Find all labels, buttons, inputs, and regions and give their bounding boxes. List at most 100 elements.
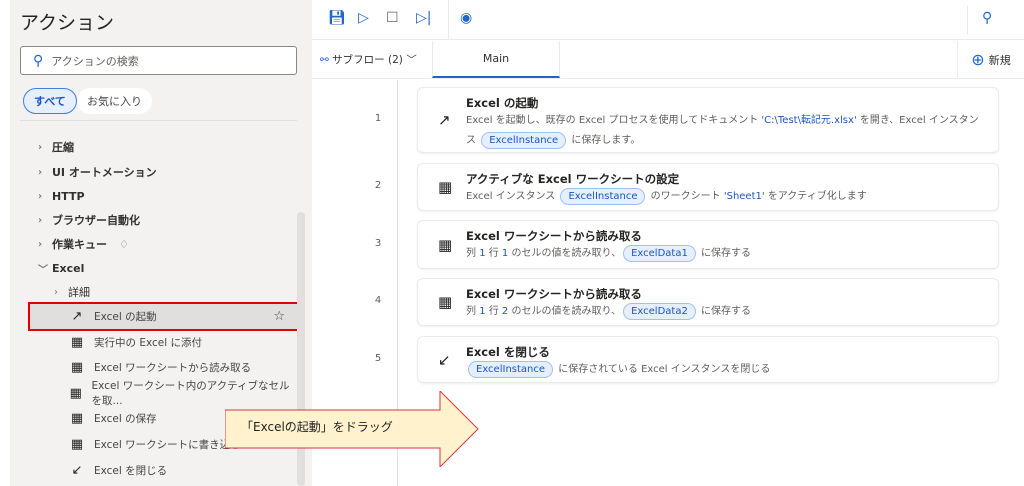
subflow-dropdown[interactable]: ⚯ サブフロー (2) ﹀ bbox=[320, 52, 417, 67]
tree-group[interactable]: › 圧縮 bbox=[38, 135, 74, 159]
chevron-right-icon: › bbox=[38, 238, 43, 250]
launch-arrow-icon: ↗ bbox=[71, 309, 83, 324]
group-label: 圧縮 bbox=[52, 141, 74, 154]
divider bbox=[20, 120, 297, 121]
step-title: Excel ワークシートから読み取る bbox=[466, 287, 642, 301]
flow-step[interactable]: ▦ Excel ワークシートから読み取る列 1 行 1 のセルの値を読み取り、 Ex… bbox=[418, 221, 998, 268]
step-title: アクティブな Excel ワークシートの設定 bbox=[466, 172, 680, 186]
group-label: ブラウザー自動化 bbox=[52, 214, 140, 227]
toolbar: 💾︎ ▷ ☐ ▷| ◉ ⚲ bbox=[312, 0, 1024, 40]
close-arrow-icon: ↙ bbox=[71, 462, 83, 478]
desc-text: をアクティブ化します bbox=[764, 191, 867, 202]
search-placeholder: アクションの検索 bbox=[51, 54, 139, 68]
variable-pill[interactable]: ExcelData2 bbox=[623, 303, 696, 320]
desc-text: のセルの値を読み取り、 bbox=[508, 248, 622, 259]
step-icon[interactable]: ▷| bbox=[416, 10, 431, 26]
line-number: 2 bbox=[374, 180, 382, 191]
desc-text: 行 bbox=[485, 248, 502, 259]
action-label: Excel を閉じる bbox=[94, 464, 168, 477]
desc-text: 列 bbox=[466, 248, 480, 259]
action-label: Excel ワークシートから読み取る bbox=[94, 362, 252, 375]
variable-pill[interactable]: ExcelInstance bbox=[560, 188, 646, 205]
variable-pill[interactable]: ExcelInstance bbox=[468, 361, 554, 378]
excel-sheet-icon: ▦ bbox=[438, 235, 453, 254]
parameter-value: 'C:\Test\転記元.xlsx' bbox=[761, 115, 857, 126]
launch-arrow-icon: ↗ bbox=[438, 111, 451, 129]
tree-group[interactable]: › HTTP bbox=[38, 184, 85, 208]
desc-text: に保存します。 bbox=[568, 135, 641, 146]
tree-group[interactable]: ﹀ Excel bbox=[38, 256, 84, 280]
stop-icon[interactable]: ☐ bbox=[386, 10, 399, 26]
tree-group[interactable]: › UI オートメーション bbox=[38, 160, 157, 184]
action-item[interactable]: ▦ 実行中の Excel に添付 bbox=[30, 330, 295, 355]
search-icon[interactable]: ⚲ bbox=[982, 10, 992, 26]
variable-pill[interactable]: ExcelInstance bbox=[481, 132, 567, 149]
tab-main[interactable]: Main bbox=[432, 41, 560, 78]
group-label: UI オートメーション bbox=[52, 166, 157, 179]
plus-circle-icon: ⊕ bbox=[971, 50, 985, 69]
desc-text: に保存されている Excel インスタンスを閉じる bbox=[555, 364, 771, 375]
step-description: Excel インスタンス ExcelInstance のワークシート 'Shee… bbox=[466, 187, 986, 207]
chevron-right-icon: › bbox=[38, 214, 43, 226]
tree-group[interactable]: › 作業キュー ♢ bbox=[38, 232, 129, 256]
line-number: 3 bbox=[374, 237, 382, 249]
desc-text: のセルの値を読み取り、 bbox=[508, 306, 622, 317]
action-item[interactable]: ▦ Excel ワークシートから読み取る bbox=[30, 355, 295, 380]
group-label: HTTP bbox=[52, 189, 85, 203]
divider bbox=[448, 0, 449, 40]
flow-step[interactable]: ↗ Excel の起動 Excel を起動し、既存の Excel プロセスを使用して… bbox=[418, 88, 998, 152]
desc-text: 行 bbox=[485, 306, 502, 317]
group-label: 作業キュー bbox=[52, 238, 107, 251]
excel-sheet-icon: ▦ bbox=[438, 293, 453, 311]
tree-subgroup[interactable]: › 詳細 bbox=[54, 280, 90, 304]
chevron-right-icon: › bbox=[54, 286, 58, 298]
line-number: 5 bbox=[374, 352, 382, 364]
line-number: 1 bbox=[374, 113, 382, 124]
subflow-icon: ⚯ bbox=[320, 54, 329, 66]
desc-text: に保存する bbox=[697, 248, 751, 259]
chevron-right-icon: › bbox=[38, 166, 43, 178]
panel-title: アクション bbox=[20, 12, 115, 34]
chevron-down-icon: ﹀ bbox=[406, 54, 417, 66]
flow-step[interactable]: ▦ アクティブな Excel ワークシートの設定 Excel インスタンス Exce… bbox=[418, 164, 998, 210]
step-description: 列 1 行 1 のセルの値を読み取り、 ExcelData1 に保存する bbox=[466, 244, 986, 264]
parameter-value: 'Sheet1' bbox=[723, 191, 765, 202]
new-label: 新規 bbox=[988, 53, 1011, 67]
tree-group[interactable]: › ブラウザー自動化 bbox=[38, 208, 140, 232]
subgroup-label: 詳細 bbox=[68, 286, 90, 299]
chip-all[interactable]: すべて bbox=[23, 88, 77, 114]
excel-sheet-icon: ▦ bbox=[70, 437, 84, 452]
action-label: 実行中の Excel に添付 bbox=[94, 336, 202, 349]
desc-text: Excel インスタンス bbox=[466, 191, 559, 202]
search-icon: ⚲ bbox=[33, 52, 44, 69]
step-description: Excel を起動し、既存の Excel プロセスを使用してドキュメント 'C:… bbox=[466, 111, 986, 151]
excel-sheet-icon: ▦ bbox=[70, 411, 84, 427]
excel-sheet-icon: ▦ bbox=[70, 360, 84, 376]
action-search-input[interactable]: ⚲ アクションの検索 bbox=[20, 46, 297, 75]
flow-step[interactable]: ▦ Excel ワークシートから読み取る列 1 行 2 のセルの値を読み取り、 Ex… bbox=[418, 279, 998, 325]
step-description: ExcelInstance に保存されている Excel インスタンスを閉じる bbox=[466, 360, 986, 380]
chevron-down-icon: ﹀ bbox=[38, 264, 48, 276]
subflow-label: サブフロー (2) bbox=[332, 54, 403, 66]
chevron-right-icon: › bbox=[38, 190, 43, 202]
action-item[interactable]: ↗ Excel の起動 ☆ bbox=[28, 302, 299, 331]
diamond-icon: ♢ bbox=[119, 237, 129, 251]
step-title: Excel ワークシートから読み取る bbox=[466, 229, 642, 243]
record-icon[interactable]: ◉ bbox=[460, 10, 472, 26]
group-label: Excel bbox=[52, 261, 85, 275]
star-icon[interactable]: ☆ bbox=[273, 309, 285, 324]
flow-step[interactable]: ↙ Excel を閉じる ExcelInstance に保存されている Excel … bbox=[418, 337, 998, 382]
new-subflow-button[interactable]: ⊕ 新規 bbox=[957, 41, 1024, 78]
desc-text: Excel を起動し、既存の Excel プロセスを使用してドキュメント bbox=[466, 115, 762, 126]
chip-favorites[interactable]: お気に入り bbox=[77, 88, 152, 114]
variable-pill[interactable]: ExcelData1 bbox=[623, 245, 696, 262]
line-number: 4 bbox=[374, 295, 382, 306]
excel-sheet-icon: ▦ bbox=[70, 334, 84, 350]
desc-text: 列 bbox=[466, 306, 480, 317]
close-arrow-icon: ↙ bbox=[438, 350, 451, 369]
divider bbox=[967, 6, 968, 34]
tab-bar: ⚯ サブフロー (2) ﹀ Main ⊕ 新規 bbox=[312, 41, 1024, 79]
desc-text: に保存する bbox=[697, 306, 751, 317]
save-icon[interactable]: 💾︎ bbox=[328, 10, 346, 26]
run-icon[interactable]: ▷ bbox=[358, 10, 369, 26]
